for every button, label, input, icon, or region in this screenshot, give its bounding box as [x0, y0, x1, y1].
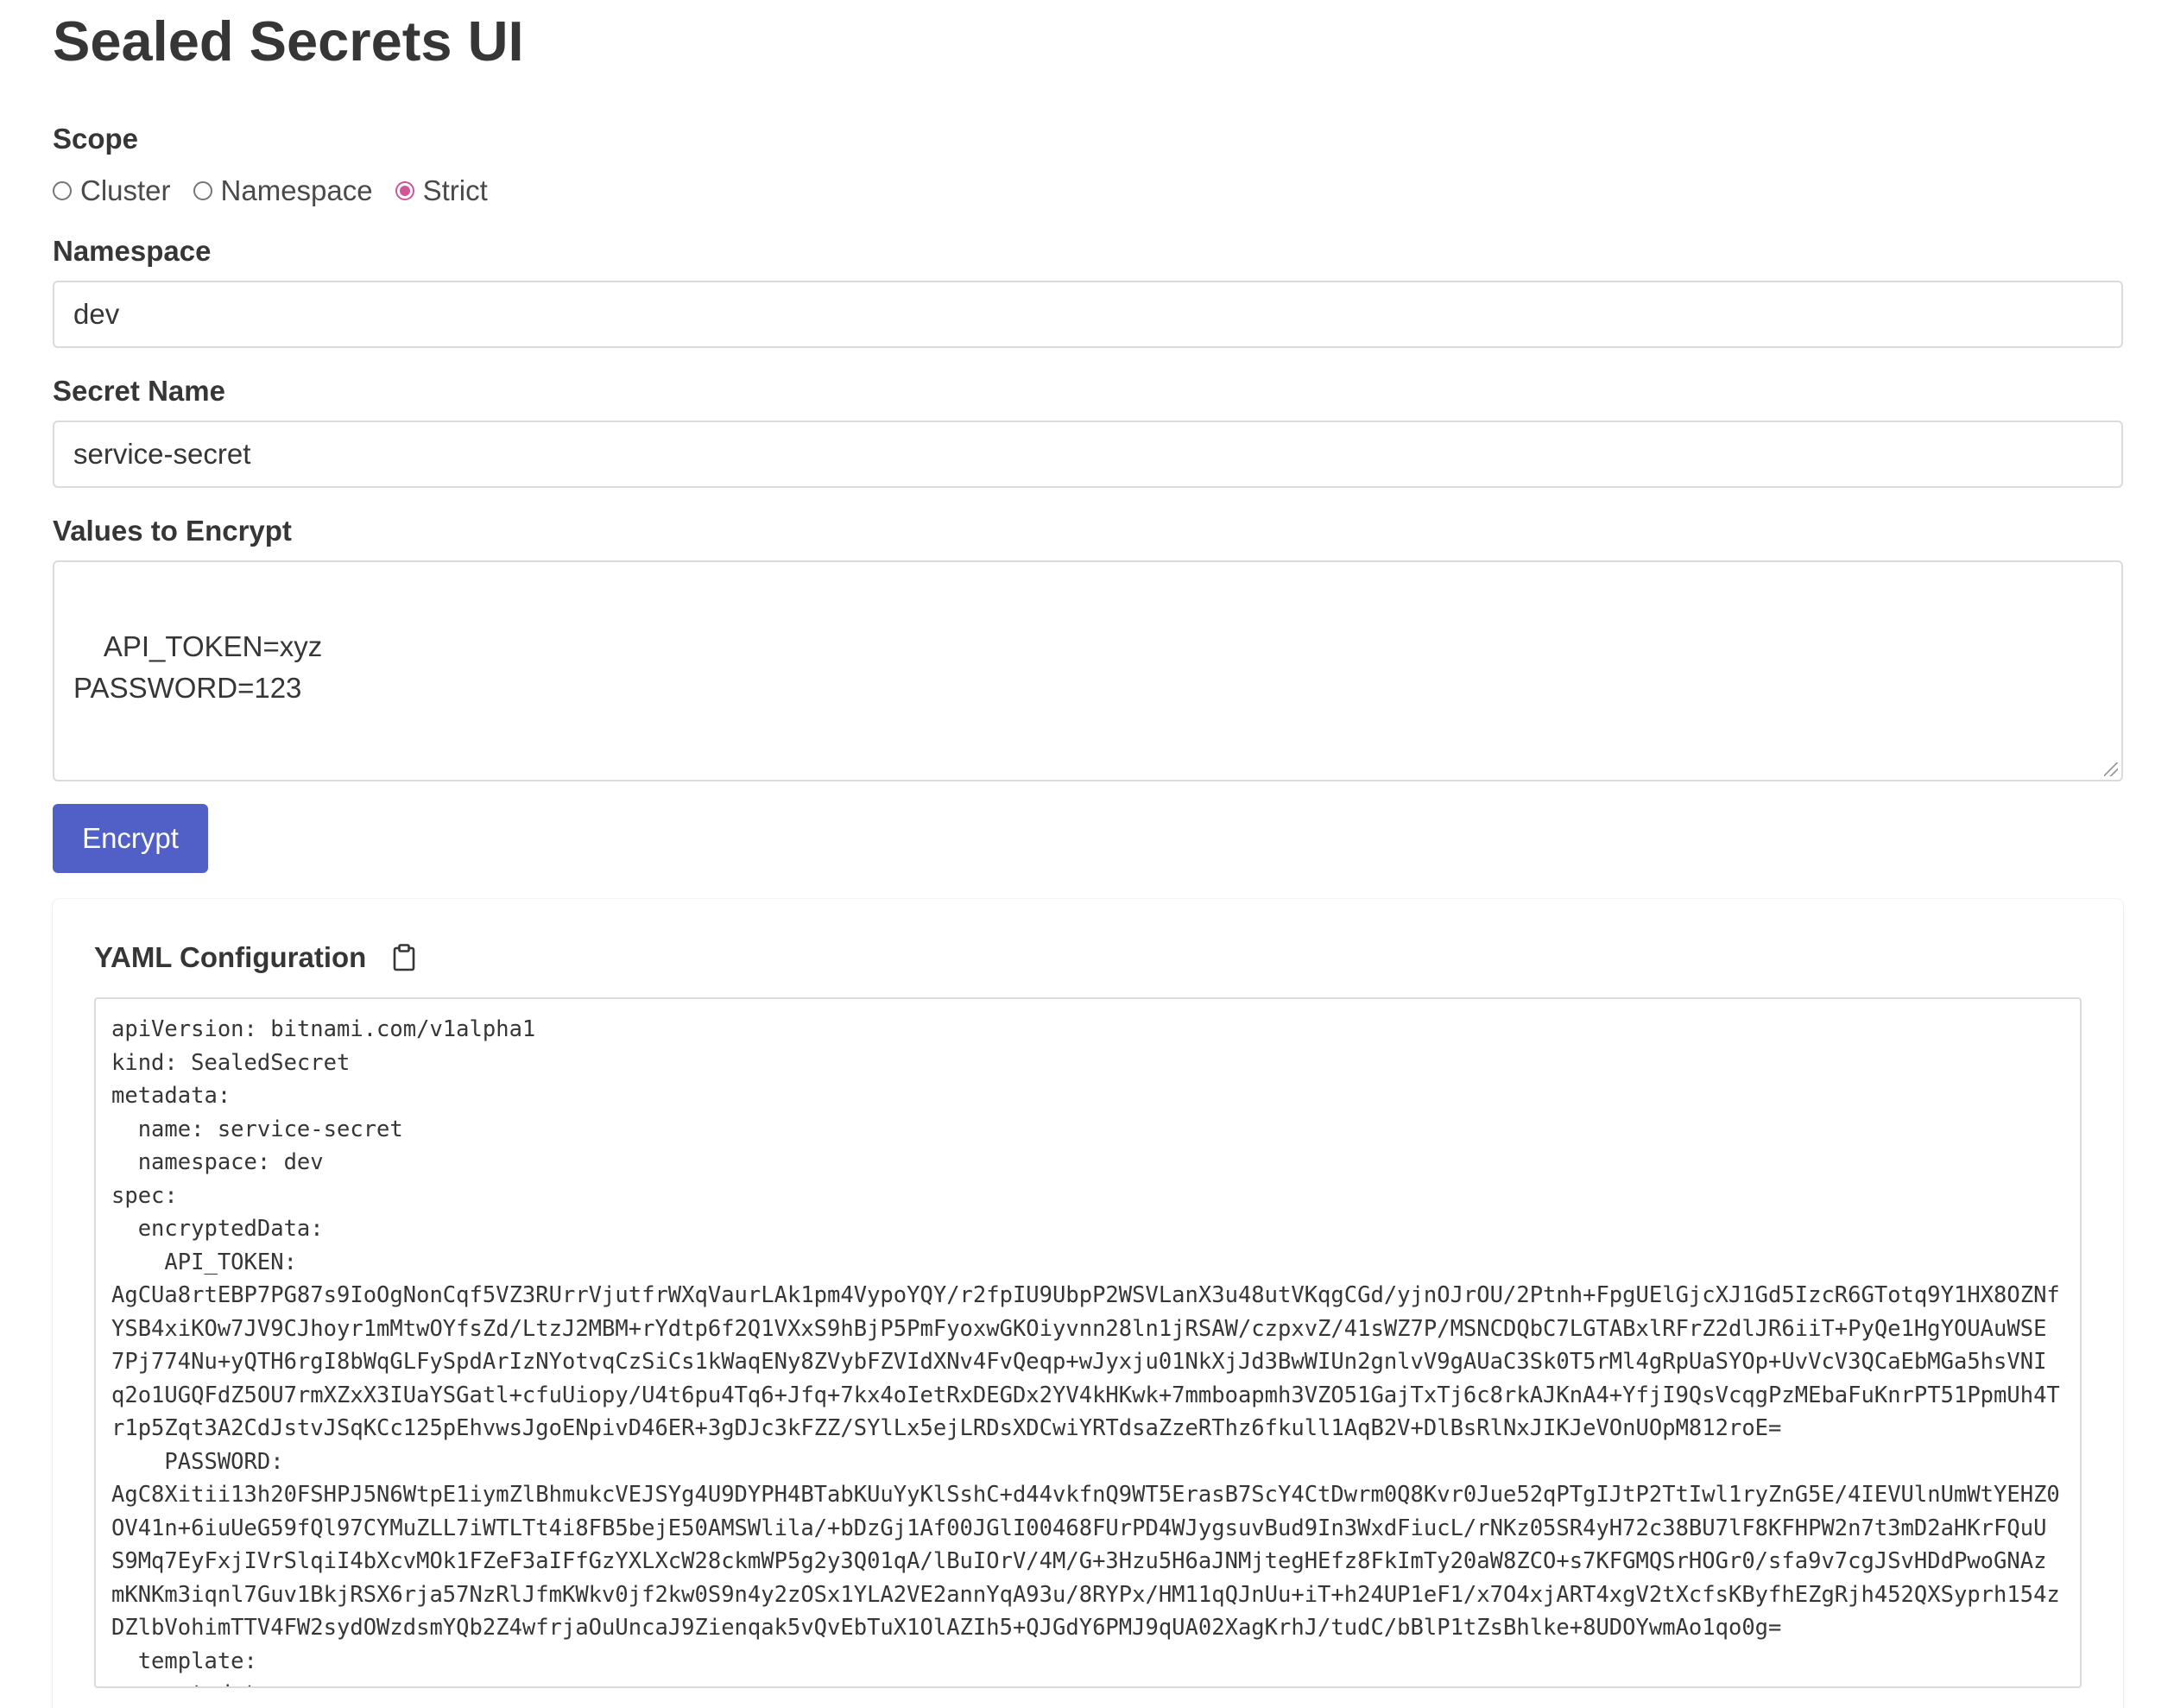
- yaml-line: AgC8Xitii13h20FSHPJ5N6WtpE1iymZlBhmukcVE…: [111, 1482, 2060, 1508]
- yaml-line: spec:: [111, 1182, 178, 1209]
- yaml-line: template:: [111, 1648, 257, 1674]
- radio-cluster[interactable]: [53, 181, 72, 200]
- yaml-line: name: service-secret: [111, 1116, 403, 1142]
- yaml-line: S9Mq7EyFxjIVrSlqiI4bXcvMOk1FZeF3aIFfGzYX…: [111, 1548, 2047, 1574]
- namespace-label: Namespace: [53, 235, 212, 267]
- clipboard-icon[interactable]: [392, 944, 416, 971]
- yaml-code-block[interactable]: apiVersion: bitnami.com/v1alpha1 kind: Se…: [94, 997, 2082, 1688]
- yaml-line: DZlbVohimTTV4FW2sydOWzdsmYQb2Z4wfrjaOuUn…: [111, 1615, 1782, 1641]
- radio-strict[interactable]: [395, 181, 414, 200]
- scope-option-cluster[interactable]: Cluster: [53, 174, 171, 207]
- yaml-line: 7Pj774Nu+yQTH6rgI8bWqGLFySpdArIzNYotvqCz…: [111, 1349, 2047, 1375]
- yaml-card: YAML Configuration apiVersion: bitnami.c…: [53, 899, 2123, 1708]
- yaml-line: q2o1UGQFdZ5OU7rmXZxX3IUaYSGatl+cfuUiopy/…: [111, 1382, 2060, 1408]
- yaml-line: PASSWORD:: [111, 1448, 284, 1475]
- namespace-input[interactable]: dev: [53, 281, 2123, 348]
- values-textarea[interactable]: API_TOKEN=xyz PASSWORD=123: [53, 560, 2123, 781]
- yaml-line: namespace: dev: [111, 1149, 324, 1175]
- yaml-line: metadata:: [111, 1083, 231, 1109]
- scope-radio-group: Cluster Namespace Strict: [53, 174, 2121, 208]
- resize-grip-icon[interactable]: [2104, 762, 2118, 776]
- yaml-line: AgCUa8rtEBP7PG87s9IoOgNonCqf5VZ3RUrrVjut…: [111, 1282, 2060, 1308]
- yaml-line: OV41n+6iuUeG59fQl97CYMuZLL7iWTLTt4i8FB5b…: [111, 1515, 2047, 1541]
- page-title: Sealed Secrets UI: [53, 9, 524, 73]
- yaml-line: mKNKm3iqnl7Guv1BkjRSX6rja57NzRlJfmKWkv0j…: [111, 1581, 2060, 1608]
- secret-name-input[interactable]: service-secret: [53, 421, 2123, 488]
- radio-namespace[interactable]: [193, 181, 212, 200]
- values-text: API_TOKEN=xyz PASSWORD=123: [73, 630, 323, 704]
- namespace-value: dev: [73, 298, 120, 330]
- yaml-line: API_TOKEN:: [111, 1249, 297, 1275]
- encrypt-button[interactable]: Encrypt: [53, 804, 208, 873]
- secret-name-label: Secret Name: [53, 375, 225, 407]
- yaml-line: r1p5Zqt3A2CdJstvJSqKCc125pEhvwsJgoENpivD…: [111, 1415, 1782, 1441]
- yaml-card-title: YAML Configuration: [94, 941, 367, 973]
- secret-name-value: service-secret: [73, 438, 251, 470]
- scope-label: Scope: [53, 123, 139, 155]
- yaml-line: apiVersion: bitnami.com/v1alpha1: [111, 1016, 536, 1042]
- scope-option-label: Strict: [422, 174, 488, 206]
- yaml-line: YSB4xiKOw7JV9CJhoyr1mMtwOYfsZd/LtzJ2MBM+…: [111, 1315, 2047, 1342]
- values-label: Values to Encrypt: [53, 515, 292, 547]
- scope-option-namespace[interactable]: Namespace: [193, 174, 373, 207]
- yaml-card-header: YAML Configuration: [94, 940, 2082, 975]
- yaml-line: metadata:: [111, 1678, 2064, 1686]
- yaml-line: kind: SealedSecret: [111, 1049, 351, 1076]
- scope-option-label: Cluster: [80, 174, 171, 206]
- scope-option-label: Namespace: [220, 174, 373, 206]
- sealed-secrets-page: Sealed Secrets UI Scope Cluster Namespac…: [0, 0, 2174, 1708]
- scope-option-strict[interactable]: Strict: [395, 174, 488, 207]
- yaml-line: encryptedData:: [111, 1216, 324, 1242]
